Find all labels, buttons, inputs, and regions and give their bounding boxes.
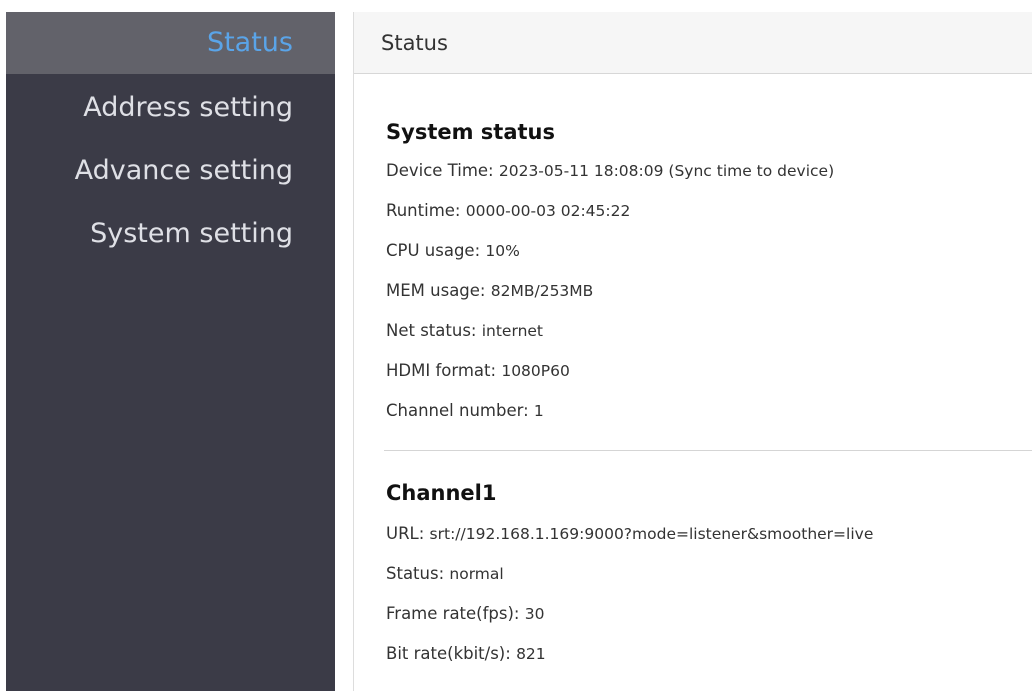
field-label: MEM usage: bbox=[386, 281, 491, 300]
page-title: Status bbox=[354, 12, 1032, 74]
sidebar-item-label: System setting bbox=[90, 218, 293, 249]
field-label: URL: bbox=[386, 524, 430, 543]
device-time-value[interactable]: 2023-05-11 18:08:09 (Sync time to device… bbox=[499, 162, 834, 180]
hdmi-format-row: HDMI format: 1080P60 bbox=[386, 351, 1032, 391]
field-label: CPU usage: bbox=[386, 241, 486, 260]
sidebar-item-system-setting[interactable]: System setting bbox=[6, 202, 335, 265]
sidebar-item-label: Status bbox=[206, 27, 293, 58]
field-label: Frame rate(fps): bbox=[386, 604, 525, 623]
url-value: srt://192.168.1.169:9000?mode=listener&s… bbox=[429, 525, 874, 543]
sidebar-item-status[interactable]: Status bbox=[6, 12, 335, 74]
sidebar-item-address-setting[interactable]: Address setting bbox=[6, 76, 335, 139]
field-label: Device Time: bbox=[386, 161, 499, 180]
sidebar: Status Address setting Advance setting S… bbox=[6, 12, 335, 691]
cpu-usage-value: 10% bbox=[485, 242, 520, 260]
net-status-row: Net status: internet bbox=[386, 311, 1032, 351]
bit-rate-value: 821 bbox=[516, 645, 546, 663]
frame-rate-value: 30 bbox=[524, 605, 545, 623]
field-label: Status: bbox=[386, 564, 450, 583]
channel1-section: Channel1 URL: srt://192.168.1.169:9000?m… bbox=[354, 451, 1032, 674]
sidebar-item-label: Address setting bbox=[83, 92, 293, 123]
system-status-section: System status Device Time: 2023-05-11 18… bbox=[354, 74, 1032, 431]
frame-rate-row: Frame rate(fps): 30 bbox=[386, 594, 1032, 634]
hdmi-format-value: 1080P60 bbox=[501, 362, 570, 380]
channel-status-row: Status: normal bbox=[386, 554, 1032, 594]
field-label: Channel number: bbox=[386, 401, 534, 420]
field-label: HDMI format: bbox=[386, 361, 502, 380]
field-label: Bit rate(kbit/s): bbox=[386, 644, 517, 663]
section-title: Channel1 bbox=[386, 481, 497, 505]
channel-number-row: Channel number: 1 bbox=[386, 391, 1032, 431]
runtime-row: Runtime: 0000-00-03 02:45:22 bbox=[386, 191, 1032, 231]
sidebar-menu: Address setting Advance setting System s… bbox=[6, 74, 335, 265]
runtime-value: 0000-00-03 02:45:22 bbox=[465, 202, 631, 220]
app-window: Status Address setting Advance setting S… bbox=[0, 0, 1032, 691]
channel-status-value: normal bbox=[449, 565, 504, 583]
field-label: Net status: bbox=[386, 321, 482, 340]
sidebar-item-label: Advance setting bbox=[74, 155, 293, 186]
bit-rate-row: Bit rate(kbit/s): 821 bbox=[386, 634, 1032, 674]
channel-number-value: 1 bbox=[533, 402, 544, 420]
section-title: System status bbox=[386, 120, 555, 144]
main-content: Status System status Device Time: 2023-0… bbox=[353, 12, 1032, 691]
device-time-row: Device Time: 2023-05-11 18:08:09 (Sync t… bbox=[386, 151, 1032, 191]
sidebar-item-advance-setting[interactable]: Advance setting bbox=[6, 139, 335, 202]
url-row: URL: srt://192.168.1.169:9000?mode=liste… bbox=[386, 514, 1032, 554]
mem-usage-value: 82MB/253MB bbox=[490, 282, 594, 300]
cpu-usage-row: CPU usage: 10% bbox=[386, 231, 1032, 271]
field-label: Runtime: bbox=[386, 201, 466, 220]
net-status-value: internet bbox=[481, 322, 543, 340]
mem-usage-row: MEM usage: 82MB/253MB bbox=[386, 271, 1032, 311]
